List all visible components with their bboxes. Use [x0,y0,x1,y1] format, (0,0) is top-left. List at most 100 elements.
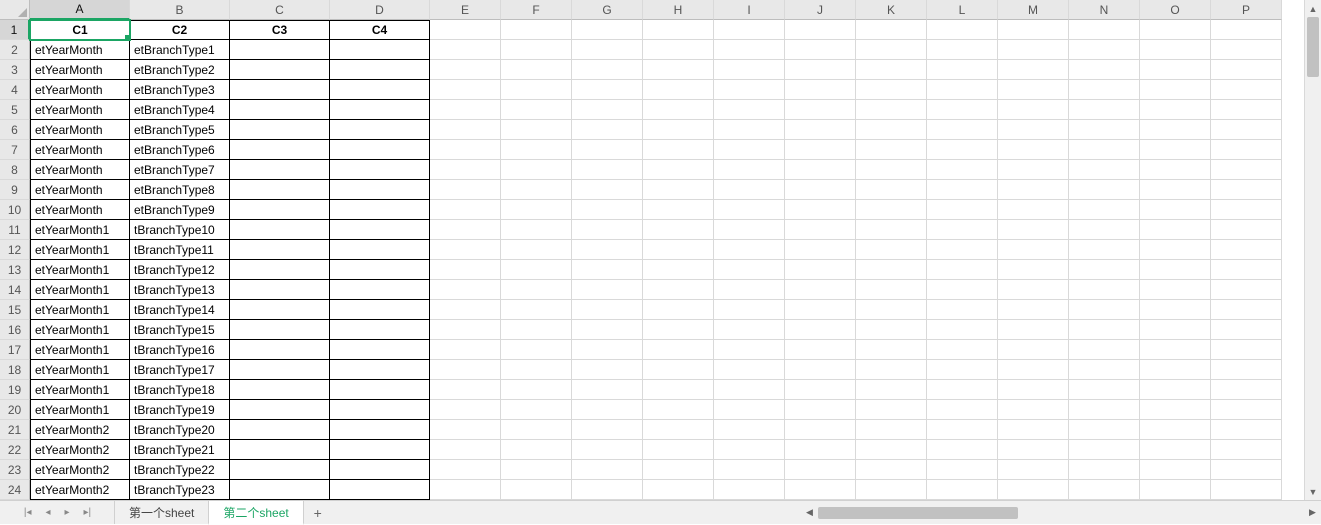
column-header-C[interactable]: C [230,0,330,20]
cell-D4[interactable] [330,80,430,100]
cell-D12[interactable] [330,240,430,260]
cell-H5[interactable] [643,100,714,120]
scroll-left-icon[interactable]: ◀ [801,501,818,524]
cell-J19[interactable] [785,380,856,400]
cell-D21[interactable] [330,420,430,440]
cell-O21[interactable] [1140,420,1211,440]
cell-K5[interactable] [856,100,927,120]
cell-C19[interactable] [230,380,330,400]
cell-N3[interactable] [1069,60,1140,80]
cell-A19[interactable]: etYearMonth1 [30,380,130,400]
cell-P16[interactable] [1211,320,1282,340]
column-header-L[interactable]: L [927,0,998,20]
cell-L2[interactable] [927,40,998,60]
cell-D17[interactable] [330,340,430,360]
cell-G23[interactable] [572,460,643,480]
cell-I19[interactable] [714,380,785,400]
cell-O19[interactable] [1140,380,1211,400]
cell-N16[interactable] [1069,320,1140,340]
cell-L19[interactable] [927,380,998,400]
cell-B16[interactable]: tBranchType15 [130,320,230,340]
cell-E22[interactable] [430,440,501,460]
cell-J4[interactable] [785,80,856,100]
cell-B8[interactable]: etBranchType7 [130,160,230,180]
column-header-H[interactable]: H [643,0,714,20]
cell-P24[interactable] [1211,480,1282,500]
cell-F14[interactable] [501,280,572,300]
cell-F16[interactable] [501,320,572,340]
cell-D6[interactable] [330,120,430,140]
cell-F19[interactable] [501,380,572,400]
cell-F18[interactable] [501,360,572,380]
column-header-D[interactable]: D [330,0,430,20]
cell-P23[interactable] [1211,460,1282,480]
cell-J12[interactable] [785,240,856,260]
cell-F9[interactable] [501,180,572,200]
cell-O15[interactable] [1140,300,1211,320]
row-header-3[interactable]: 3 [0,60,30,80]
cell-J11[interactable] [785,220,856,240]
cell-O11[interactable] [1140,220,1211,240]
cell-D5[interactable] [330,100,430,120]
cell-J21[interactable] [785,420,856,440]
cell-N6[interactable] [1069,120,1140,140]
cell-E6[interactable] [430,120,501,140]
cell-N1[interactable] [1069,20,1140,40]
cell-J6[interactable] [785,120,856,140]
sheet-tab-1[interactable]: 第一个sheet [114,501,209,524]
row-header-13[interactable]: 13 [0,260,30,280]
cell-F4[interactable] [501,80,572,100]
sheet-tab-2[interactable]: 第二个sheet [208,501,303,525]
row-header-20[interactable]: 20 [0,400,30,420]
cell-A24[interactable]: etYearMonth2 [30,480,130,500]
cell-F15[interactable] [501,300,572,320]
cell-N9[interactable] [1069,180,1140,200]
cell-C17[interactable] [230,340,330,360]
cell-B9[interactable]: etBranchType8 [130,180,230,200]
cell-D23[interactable] [330,460,430,480]
cell-G10[interactable] [572,200,643,220]
cell-M19[interactable] [998,380,1069,400]
cell-I16[interactable] [714,320,785,340]
cell-B5[interactable]: etBranchType4 [130,100,230,120]
row-header-4[interactable]: 4 [0,80,30,100]
cell-C8[interactable] [230,160,330,180]
cell-P12[interactable] [1211,240,1282,260]
cell-A16[interactable]: etYearMonth1 [30,320,130,340]
cell-M20[interactable] [998,400,1069,420]
cell-D20[interactable] [330,400,430,420]
cell-J20[interactable] [785,400,856,420]
row-header-11[interactable]: 11 [0,220,30,240]
cell-M3[interactable] [998,60,1069,80]
cell-N18[interactable] [1069,360,1140,380]
cell-J3[interactable] [785,60,856,80]
cell-P6[interactable] [1211,120,1282,140]
cell-I17[interactable] [714,340,785,360]
cell-C24[interactable] [230,480,330,500]
cell-B10[interactable]: etBranchType9 [130,200,230,220]
cell-L18[interactable] [927,360,998,380]
cell-P18[interactable] [1211,360,1282,380]
cell-C2[interactable] [230,40,330,60]
cell-K16[interactable] [856,320,927,340]
cell-A10[interactable]: etYearMonth [30,200,130,220]
cell-I10[interactable] [714,200,785,220]
cell-O17[interactable] [1140,340,1211,360]
cell-M16[interactable] [998,320,1069,340]
cell-G18[interactable] [572,360,643,380]
cell-F3[interactable] [501,60,572,80]
cell-E9[interactable] [430,180,501,200]
cell-M11[interactable] [998,220,1069,240]
cell-K9[interactable] [856,180,927,200]
cell-K1[interactable] [856,20,927,40]
cell-A20[interactable]: etYearMonth1 [30,400,130,420]
cell-M23[interactable] [998,460,1069,480]
cell-J23[interactable] [785,460,856,480]
cell-P20[interactable] [1211,400,1282,420]
cell-A9[interactable]: etYearMonth [30,180,130,200]
cell-F2[interactable] [501,40,572,60]
cell-A22[interactable]: etYearMonth2 [30,440,130,460]
cell-F10[interactable] [501,200,572,220]
horizontal-scrollbar[interactable]: ◀ ▶ [801,501,1321,524]
cell-I23[interactable] [714,460,785,480]
